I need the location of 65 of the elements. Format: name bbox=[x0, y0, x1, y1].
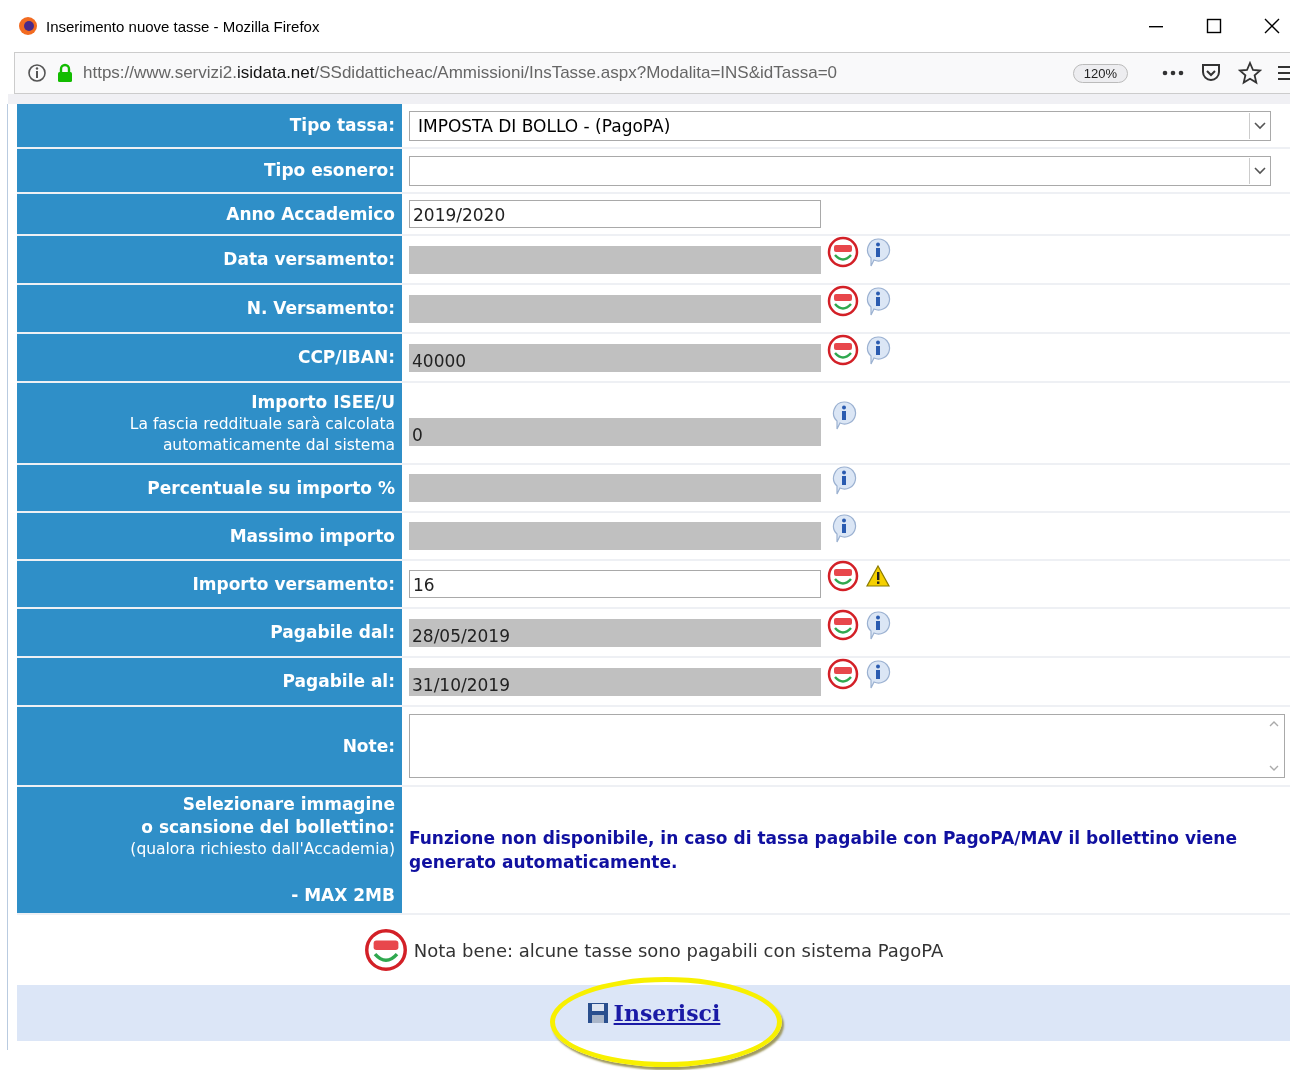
field-label: Tipo tassa: bbox=[288, 114, 395, 137]
field-label: Data versamento: bbox=[222, 248, 395, 271]
field-label: Tipo esonero: bbox=[263, 159, 395, 182]
field-label: Importo ISEE/U bbox=[250, 390, 395, 414]
notes-field[interactable] bbox=[409, 714, 1285, 778]
insert-link[interactable]: Inserisci bbox=[586, 1000, 721, 1026]
readonly-field[interactable] bbox=[409, 245, 821, 274]
pagopa-logo-icon bbox=[827, 608, 859, 641]
window-title: Inserimento nuove tasse - Mozilla Firefox bbox=[46, 17, 321, 35]
star-icon[interactable] bbox=[1238, 61, 1262, 85]
info-icon bbox=[865, 285, 891, 316]
readonly-field[interactable] bbox=[409, 522, 821, 550]
field-label: Anno Accademico bbox=[225, 202, 395, 226]
warning-icon bbox=[865, 564, 891, 588]
info-icon bbox=[865, 658, 891, 689]
readonly-field[interactable]: 31/10/2019 bbox=[409, 667, 821, 696]
chevron-down-icon bbox=[1254, 166, 1266, 175]
dropdown[interactable]: IMPOSTA DI BOLLO - (PagoPA) bbox=[409, 110, 1271, 141]
chevron-down-icon bbox=[1254, 121, 1266, 130]
readonly-field[interactable]: 28/05/2019 bbox=[409, 618, 821, 647]
menu-icon[interactable] bbox=[1278, 64, 1290, 82]
field-hint: (qualora richiesto dall'Accademia) bbox=[129, 839, 395, 860]
close-icon[interactable] bbox=[1264, 18, 1280, 34]
field-label: CCP/IBAN: bbox=[296, 346, 395, 369]
field-label: Note: bbox=[341, 734, 395, 758]
dropdown[interactable] bbox=[409, 155, 1271, 186]
padlock-icon[interactable] bbox=[57, 63, 73, 83]
zoom-level-button[interactable]: 120% bbox=[1072, 63, 1128, 83]
scroll-up-icon[interactable] bbox=[1269, 721, 1279, 727]
url-text[interactable]: https://www.servizi2.isidata.net/SSdidatticheac/Ammissioni/InsTasse.aspx?Modalita=INS&idTassa=0 bbox=[83, 63, 1063, 83]
firefox-logo-icon bbox=[18, 16, 38, 36]
pagopa-logo-icon bbox=[363, 928, 408, 972]
field-label: Massimo importo bbox=[228, 524, 395, 548]
info-circle-icon[interactable] bbox=[27, 63, 47, 83]
field-label: Importo versamento: bbox=[191, 572, 395, 596]
info-icon bbox=[831, 465, 857, 495]
info-message: Funzione non disponibile, in caso di tassa pagabile con PagoPA/MAV il bollettino viene generato automaticamente. bbox=[409, 827, 1238, 874]
pagopa-logo-icon bbox=[827, 284, 859, 317]
field-label: Pagabile al: bbox=[281, 670, 395, 693]
pagopa-logo-icon bbox=[827, 333, 859, 366]
info-icon bbox=[865, 334, 891, 365]
pagopa-logo-icon bbox=[827, 657, 859, 690]
notice-text: Nota bene: alcune tasse sono pagabili con sistema PagoPA bbox=[413, 939, 944, 961]
field-label: N. Versamento: bbox=[245, 297, 395, 320]
maximize-icon[interactable] bbox=[1206, 18, 1222, 34]
more-options-icon[interactable] bbox=[1162, 70, 1184, 76]
pagopa-logo-icon bbox=[827, 560, 859, 592]
field-label: Selezionare immagine o scansione del bollettino: bbox=[140, 793, 395, 839]
pocket-icon[interactable] bbox=[1200, 62, 1222, 84]
input-field[interactable]: 16 bbox=[409, 570, 821, 598]
scroll-down-icon[interactable] bbox=[1269, 765, 1279, 771]
readonly-field[interactable] bbox=[409, 474, 821, 502]
field-label: Pagabile dal: bbox=[269, 621, 395, 644]
size-limit-label: - MAX 2MB bbox=[290, 884, 395, 907]
input-field[interactable]: 2019/2020 bbox=[409, 200, 821, 228]
readonly-field[interactable]: 0 bbox=[409, 418, 821, 446]
info-icon bbox=[831, 400, 857, 430]
info-icon bbox=[865, 609, 891, 640]
info-icon bbox=[831, 513, 857, 543]
field-hint: La fascia reddituale sarà calcolata automaticamente dal sistema bbox=[128, 413, 395, 456]
readonly-field[interactable] bbox=[409, 294, 821, 323]
pagopa-logo-icon bbox=[827, 235, 859, 268]
info-icon bbox=[865, 236, 891, 267]
readonly-field[interactable]: 40000 bbox=[409, 343, 821, 372]
field-label: Percentuale su importo % bbox=[146, 476, 395, 500]
